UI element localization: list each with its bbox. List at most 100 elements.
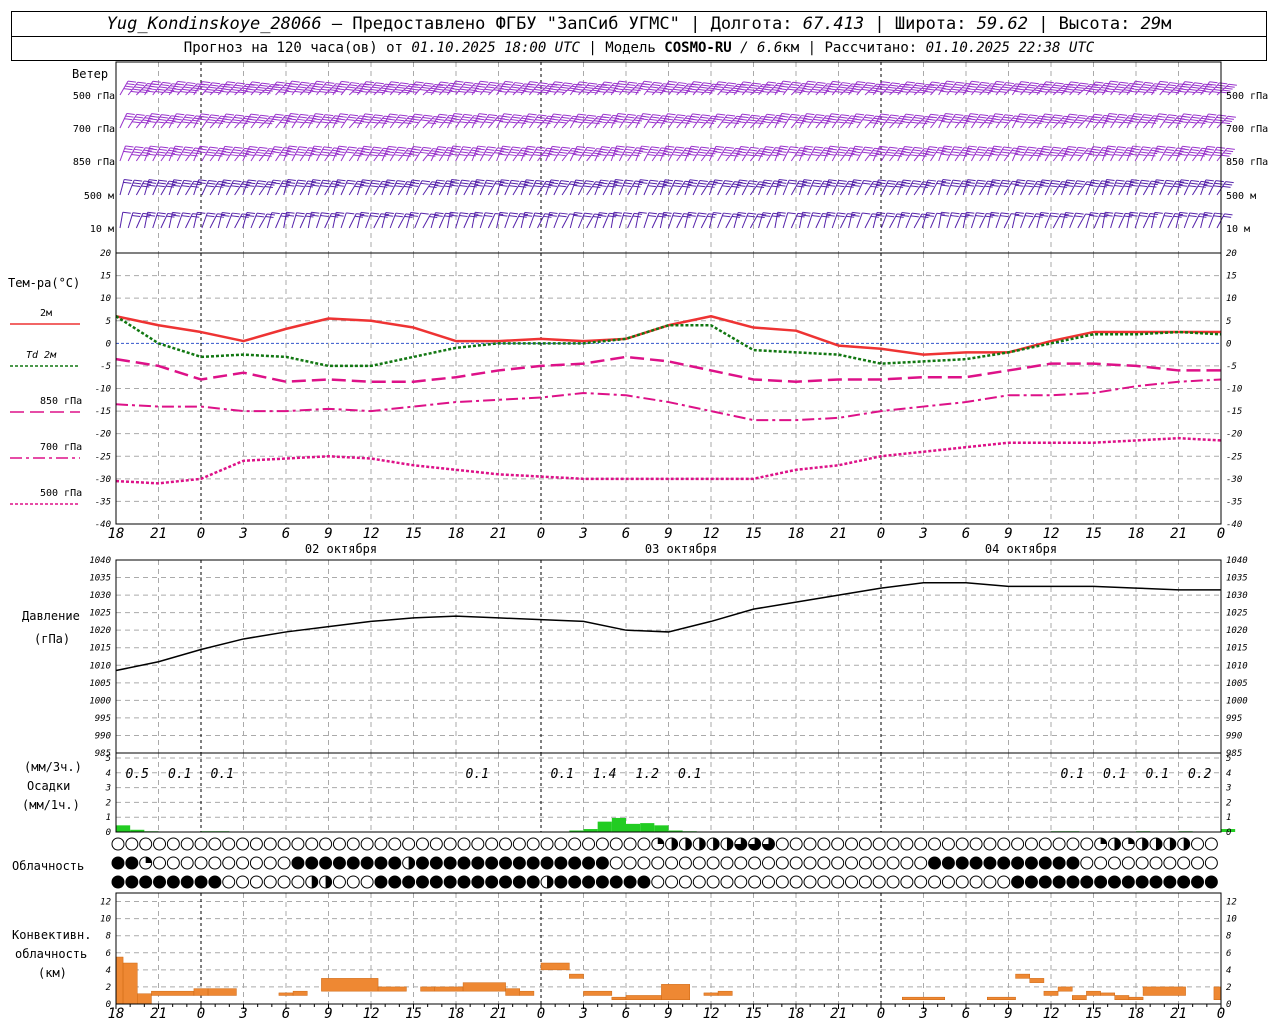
wind-barb-feather bbox=[975, 215, 984, 218]
wind-barb-feather bbox=[668, 80, 677, 83]
wind-barb-feather bbox=[573, 121, 583, 124]
wind-barb-feather bbox=[891, 82, 900, 85]
wind-barb-feather bbox=[476, 118, 485, 121]
wind-barb-feather bbox=[345, 88, 354, 91]
cloud-symbol bbox=[305, 875, 319, 889]
wind-barb-feather bbox=[1115, 212, 1124, 215]
wind-barb-feather bbox=[814, 116, 823, 119]
wind-barb-feather bbox=[863, 180, 872, 182]
wind-barb-feather bbox=[221, 184, 230, 187]
cloud-symbol bbox=[775, 837, 789, 851]
wind-barb-feather bbox=[1078, 146, 1087, 149]
wind-barb-feather bbox=[386, 118, 395, 121]
cloud-symbol bbox=[208, 875, 222, 889]
wind-barb-feather bbox=[509, 212, 519, 215]
cloud-symbol bbox=[402, 856, 416, 870]
wind-barb-feather bbox=[1092, 146, 1102, 149]
wind-barb-feather bbox=[1117, 116, 1126, 119]
wind-barb-feather bbox=[730, 122, 739, 125]
cloud-circle bbox=[748, 875, 762, 889]
wind-barb-feather bbox=[647, 185, 657, 188]
cloud-symbol bbox=[1011, 875, 1025, 889]
wind-barb-feather bbox=[732, 120, 741, 123]
wind-barb-feather bbox=[658, 119, 667, 122]
cloud-symbol bbox=[651, 875, 665, 889]
wind-barb-feather bbox=[1123, 185, 1132, 188]
wind-barb-feather bbox=[909, 154, 918, 157]
wind-barb-feather bbox=[1140, 118, 1149, 121]
wind-barb-feather bbox=[1132, 115, 1141, 118]
wind-barb-feather bbox=[499, 211, 508, 214]
wind-barb-feather bbox=[246, 184, 255, 187]
wind-barb-feather bbox=[1141, 86, 1150, 89]
cloud-circle bbox=[291, 837, 305, 851]
wind-barb-feather bbox=[185, 84, 194, 87]
wind-barb-feather bbox=[723, 212, 732, 215]
wind-barb-feather bbox=[648, 151, 657, 154]
convective-cloud-bar bbox=[1213, 986, 1222, 1000]
wind-barb-feather bbox=[296, 182, 305, 185]
temp-axis-tick-right: -15 bbox=[1226, 407, 1242, 417]
wind-barb-feather bbox=[436, 148, 445, 151]
wind-barb-feather bbox=[777, 184, 786, 187]
wind-barb-feather bbox=[132, 212, 141, 215]
wind-barb-feather bbox=[341, 80, 350, 83]
wind-barb-feather bbox=[949, 90, 958, 93]
cloud-symbol bbox=[526, 875, 540, 889]
wind-barb-feather bbox=[273, 179, 282, 182]
wind-barb-feather bbox=[363, 115, 372, 118]
wind-barb-feather bbox=[613, 153, 622, 156]
cloud-symbol bbox=[1177, 837, 1191, 851]
cloud-symbol bbox=[845, 837, 859, 851]
wind-barb-feather bbox=[876, 153, 885, 156]
conv-axis-tick-right: 12 bbox=[1226, 898, 1237, 908]
wind-barb-feather bbox=[845, 121, 854, 124]
wind-barb-feather bbox=[1114, 88, 1124, 91]
wind-barb-feather bbox=[181, 121, 190, 124]
wind-barb-feather bbox=[1173, 89, 1182, 92]
wind-barb-feather bbox=[970, 113, 979, 116]
convective-cloud-bar bbox=[1142, 986, 1186, 996]
wind-barb bbox=[455, 212, 469, 229]
wind-barb-feather bbox=[207, 119, 216, 122]
cloud-symbol bbox=[1052, 856, 1066, 870]
hour-tick-label: 15 bbox=[1085, 526, 1102, 542]
wind-barb-feather bbox=[156, 154, 165, 156]
cloud-circle bbox=[360, 837, 374, 851]
wind-barb-feather bbox=[663, 153, 672, 156]
wind-barb-feather bbox=[837, 119, 847, 122]
wind-barb-feather bbox=[746, 121, 755, 124]
wind-barb-feather bbox=[748, 119, 757, 122]
wind-barb-feather bbox=[921, 183, 930, 186]
wind-barb-feather bbox=[385, 184, 394, 187]
wind-barb-feather bbox=[1162, 91, 1171, 94]
wind-barb-feather bbox=[1066, 179, 1075, 182]
wind-barb-feather bbox=[215, 89, 224, 92]
wind-barb-feather bbox=[1010, 183, 1019, 186]
wind-barb-feather bbox=[906, 81, 915, 84]
wind-barb-feather bbox=[1187, 154, 1196, 157]
wind-barb-feather bbox=[297, 118, 306, 121]
wind-barb-feather bbox=[255, 215, 264, 218]
convective-cloud-bar bbox=[583, 990, 613, 996]
wind-barb-feather bbox=[452, 85, 461, 88]
wind-barb-feather bbox=[1047, 91, 1057, 94]
wind-barb-feather bbox=[813, 148, 822, 151]
convective-cloud-bar bbox=[611, 996, 627, 1000]
wind-barb bbox=[1142, 213, 1159, 229]
hour-tick-label: 21 bbox=[490, 526, 507, 542]
wind-barb-feather bbox=[487, 146, 496, 149]
wind-barb-feather bbox=[1157, 115, 1166, 118]
wind-barb-feather bbox=[355, 119, 365, 122]
wind-barb-feather bbox=[1015, 121, 1024, 123]
wind-barb-feather bbox=[335, 90, 344, 93]
wind-barb-feather bbox=[161, 114, 170, 117]
wind-barb-feather bbox=[1131, 118, 1140, 121]
cloud-circle bbox=[1204, 856, 1218, 870]
wind-barb-feather bbox=[548, 214, 557, 217]
wind-barb-feather bbox=[514, 82, 523, 85]
wind-barb-feather bbox=[175, 145, 184, 148]
wind-barb-feather bbox=[230, 154, 239, 157]
pressure-axis-tick-right: 1040 bbox=[1226, 556, 1248, 566]
wind-barb-feather bbox=[940, 90, 949, 93]
